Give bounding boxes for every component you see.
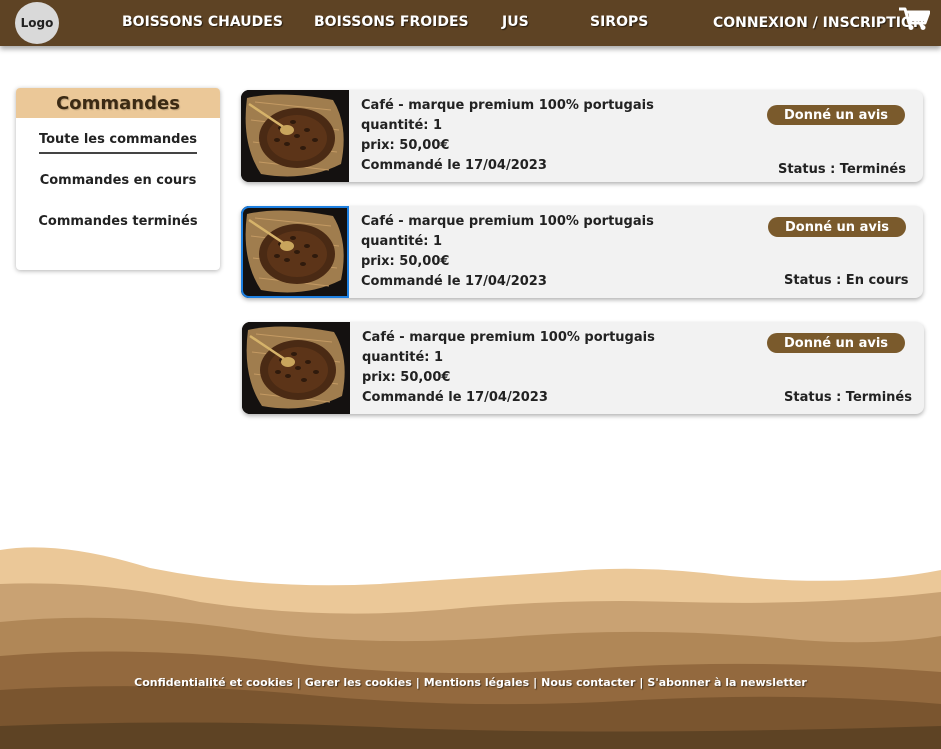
coffee-product-image[interactable] [242,322,350,414]
sidebar-title: Commandes [16,88,220,118]
give-review-button[interactable]: Donné un avis [768,217,906,237]
order-card: Café - marque premium 100% portugais qua… [242,322,924,414]
sidebar-item-label: Commandes en cours [39,173,197,188]
order-date: Commandé le 17/04/2023 [361,274,547,289]
sidebar-item-label: Toute les commandes [38,132,198,154]
order-quantity: quantité: 1 [362,350,444,365]
order-quantity: quantité: 1 [361,234,443,249]
coffee-product-image[interactable] [241,206,349,298]
order-card: Café - marque premium 100% portugais qua… [241,90,923,182]
footer-separator: | [296,676,301,689]
footer-separator: | [639,676,644,689]
sidebar-item-label: Commandes terminés [38,214,198,229]
sidebar-item-orders-completed[interactable]: Commandes terminés [16,214,220,234]
footer-link-manage-cookies[interactable]: Gerer les cookies [305,676,412,689]
orders-sidebar: Commandes Toute les commandes Commandes … [16,88,220,270]
nav-jus[interactable]: JUS [502,14,529,30]
order-price: prix: 50,00€ [361,254,450,269]
nav-sirops[interactable]: SIROPS [590,14,648,30]
footer-link-privacy[interactable]: Confidentialité et cookies [134,676,293,689]
sidebar-item-all-orders[interactable]: Toute les commandes [16,132,220,154]
order-date: Commandé le 17/04/2023 [362,390,548,405]
nav-boissons-chaudes[interactable]: BOISSONS CHAUDES [122,14,283,30]
footer-link-legal[interactable]: Mentions légales [424,676,529,689]
login-link[interactable]: CONNEXION / INSCRIPTION [713,15,925,31]
order-price: prix: 50,00€ [362,370,451,385]
sidebar-item-orders-in-progress[interactable]: Commandes en cours [16,173,220,193]
order-title: Café - marque premium 100% portugais [361,98,654,113]
footer-link-newsletter[interactable]: S'abonner à la newsletter [647,676,806,689]
footer-link-contact[interactable]: Nous contacter [541,676,635,689]
order-status: Status : Terminés [784,390,912,405]
footer-dunes-decoration [0,547,941,749]
order-date: Commandé le 17/04/2023 [361,158,547,173]
footer-separator: | [533,676,538,689]
nav-boissons-froides[interactable]: BOISSONS FROIDES [314,14,469,30]
order-title: Café - marque premium 100% portugais [361,214,654,229]
give-review-button[interactable]: Donné un avis [767,333,905,353]
order-price: prix: 50,00€ [361,138,450,153]
logo[interactable]: Logo [15,2,59,44]
shopping-cart-icon[interactable] [898,7,930,31]
order-title: Café - marque premium 100% portugais [362,330,655,345]
order-status: Status : Terminés [778,162,906,177]
order-quantity: quantité: 1 [361,118,443,133]
top-navbar: Logo BOISSONS CHAUDES BOISSONS FROIDES J… [0,0,941,46]
give-review-button[interactable]: Donné un avis [767,105,905,125]
order-status: Status : En cours [784,273,909,288]
order-card: Café - marque premium 100% portugais qua… [241,206,923,298]
coffee-product-image[interactable] [241,90,349,182]
footer-links: Confidentialité et cookies | Gerer les coo… [0,676,941,689]
footer-separator: | [415,676,420,689]
